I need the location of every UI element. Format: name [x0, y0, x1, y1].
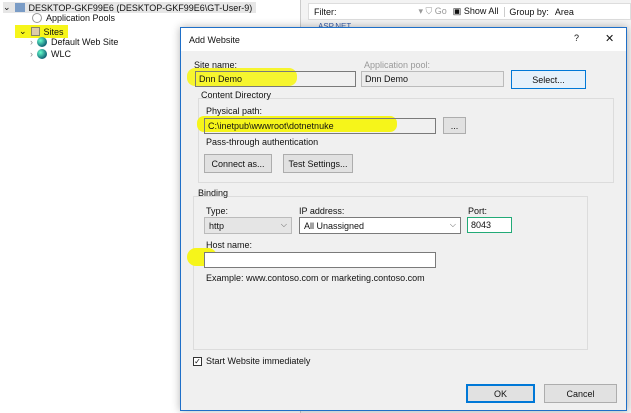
type-value: http — [209, 221, 225, 231]
globe-icon — [37, 37, 47, 47]
app-pool-label: Application pool: — [364, 60, 431, 70]
server-label: DESKTOP-GKF99E6 (DESKTOP-GKF99E6\GT-User… — [28, 2, 253, 13]
host-name-input[interactable] — [204, 252, 436, 268]
tree-application-pools[interactable]: Application Pools — [32, 13, 115, 23]
chevron-down-icon: ⌄ — [3, 2, 11, 12]
ip-address-select[interactable]: All Unassigned ⌵ — [299, 217, 461, 234]
sites-icon — [30, 27, 40, 36]
tree-server-node[interactable]: ⌄ DESKTOP-GKF99E6 (DESKTOP-GKF99E6\GT-Us… — [3, 2, 257, 13]
site-label: Default Web Site — [51, 37, 119, 47]
chevron-down-icon: ⌵ — [449, 220, 456, 229]
group-by-select[interactable]: Area — [555, 7, 574, 17]
site-label: WLC — [51, 49, 71, 59]
binding-label: Binding — [198, 188, 229, 198]
type-label: Type: — [206, 206, 229, 216]
filter-bar: Filter: ▾ ⛉ Go ▣ Show All Group by: Area — [308, 3, 631, 20]
start-website-label: Start Website immediately — [206, 356, 311, 366]
select-app-pool-button[interactable]: Select... — [511, 70, 586, 89]
chevron-down-icon: ⌄ — [19, 26, 27, 36]
chevron-right-icon: › — [30, 49, 33, 59]
type-select[interactable]: http ⌵ — [204, 217, 292, 234]
close-icon[interactable]: ✕ — [605, 32, 614, 45]
server-icon — [14, 3, 25, 12]
host-name-example: Example: www.contoso.com or marketing.co… — [206, 273, 425, 283]
filter-label: Filter: — [314, 6, 337, 17]
site-name-input[interactable]: Dnn Demo — [195, 71, 356, 87]
app-pool-icon — [32, 13, 42, 23]
cancel-button[interactable]: Cancel — [544, 384, 617, 403]
ok-button[interactable]: OK — [466, 384, 535, 403]
chevron-right-icon: › — [30, 37, 33, 47]
add-website-dialog: Add Website ? ✕ Site name: Dnn Demo Appl… — [180, 27, 627, 411]
test-settings-button[interactable]: Test Settings... — [283, 154, 353, 173]
port-input[interactable]: 8043 — [467, 217, 512, 233]
dialog-titlebar: Add Website ? ✕ — [181, 28, 626, 51]
tree-site-default[interactable]: › Default Web Site — [30, 37, 118, 47]
physical-path-label: Physical path: — [206, 106, 263, 116]
start-website-checkbox[interactable]: ✓ Start Website immediately — [193, 356, 310, 366]
browse-button[interactable]: ... — [443, 117, 466, 134]
tree-site-wlc[interactable]: › WLC — [30, 49, 71, 59]
content-directory-label: Content Directory — [201, 90, 272, 100]
ip-address-label: IP address: — [299, 206, 345, 216]
help-icon[interactable]: ? — [574, 33, 579, 43]
app-pools-label: Application Pools — [46, 13, 116, 23]
checkbox-checked-icon: ✓ — [193, 356, 202, 366]
physical-path-input[interactable]: C:\inetpub\wwwroot\dotnetnuke — [204, 118, 436, 134]
pass-through-label: Pass-through authentication — [206, 137, 319, 147]
port-label: Port: — [468, 206, 488, 216]
group-by-label: Group by: — [504, 6, 549, 17]
chevron-down-icon: ⌵ — [280, 220, 287, 229]
app-pool-input: Dnn Demo — [361, 71, 504, 87]
globe-icon — [37, 49, 47, 59]
dialog-title: Add Website — [189, 34, 240, 45]
connect-as-button[interactable]: Connect as... — [204, 154, 272, 173]
ip-value: All Unassigned — [304, 221, 365, 231]
sites-label: Sites — [43, 26, 64, 37]
go-button[interactable]: ▾ ⛉ Go — [419, 6, 447, 17]
show-all-button[interactable]: ▣ Show All — [453, 6, 499, 17]
